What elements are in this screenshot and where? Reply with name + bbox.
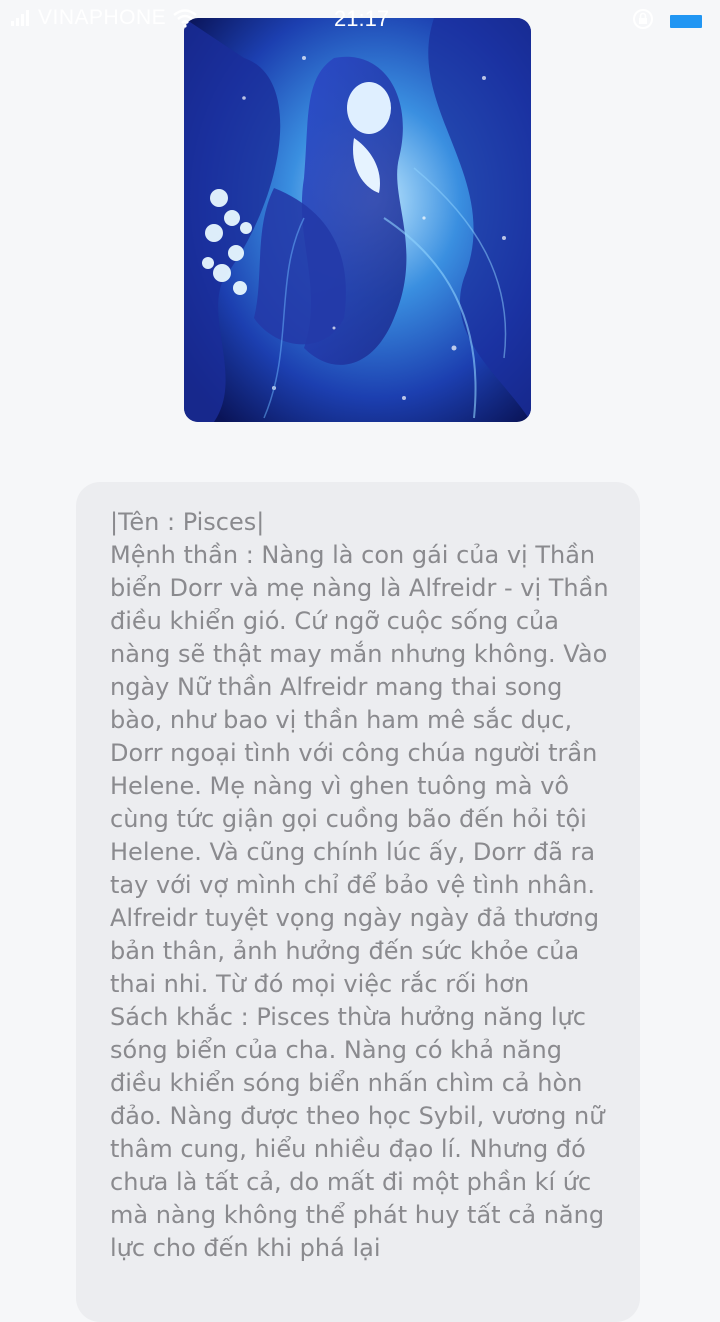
message-title: |Tên : Pisces| <box>110 508 265 536</box>
message-paragraph-sach-khac: Sách khắc : Pisces thừa hưởng năng lực s… <box>110 1003 605 1262</box>
message-bubble[interactable]: |Tên : Pisces| Mệnh thần : Nàng là con g… <box>76 482 640 1322</box>
anime-girl-image[interactable] <box>184 18 531 422</box>
message-paragraph-menh-than: Mệnh thần : Nàng là con gái của vị Thần … <box>110 541 609 998</box>
wifi-icon <box>172 8 198 28</box>
carrier-name: VINAPHONE <box>38 6 167 29</box>
status-left: VINAPHONE <box>10 6 198 30</box>
battery-icon <box>670 15 702 28</box>
status-time: 21:17 <box>334 6 390 31</box>
status-bar: VINAPHONE 21:17 <box>0 0 720 38</box>
rotation-lock-icon <box>632 8 654 35</box>
signal-icon <box>10 9 32 27</box>
status-right <box>632 8 702 35</box>
